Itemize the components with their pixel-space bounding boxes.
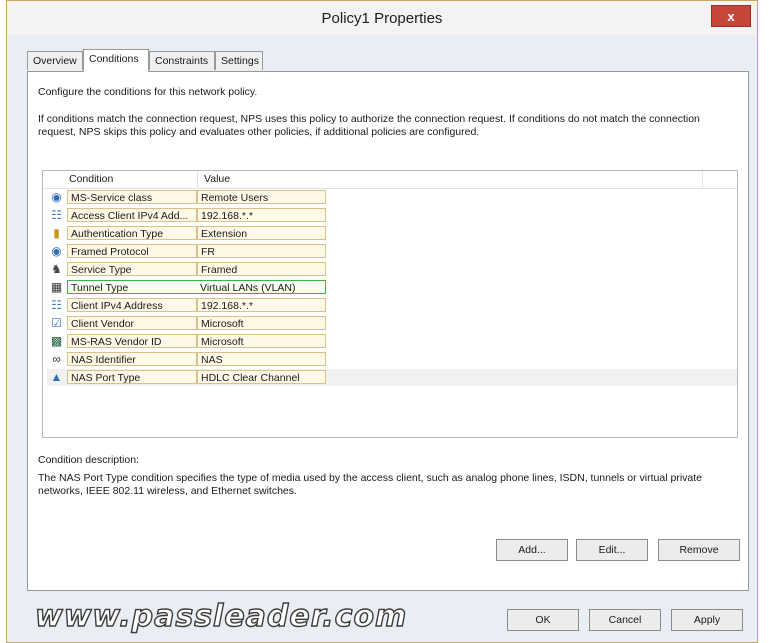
value-cell: Microsoft bbox=[197, 316, 326, 330]
checkbox-icon: ☑ bbox=[51, 316, 62, 330]
condition-description-text: The NAS Port Type condition specifies th… bbox=[38, 472, 703, 497]
apply-button[interactable]: Apply bbox=[671, 609, 743, 631]
network-policy-icon: ◉ bbox=[51, 244, 62, 258]
condition-cell: MS-Service class bbox=[67, 190, 197, 204]
list-item[interactable]: ▩ MS-RAS Vendor ID Microsoft bbox=[47, 333, 737, 350]
close-button[interactable]: x bbox=[711, 5, 751, 27]
value-cell: FR bbox=[197, 244, 326, 258]
condition-cell: Service Type bbox=[67, 262, 197, 276]
intro-text: Configure the conditions for this networ… bbox=[38, 86, 258, 98]
list-item[interactable]: ☷ Access Client IPv4 Add... 192.168.*.* bbox=[47, 207, 737, 224]
client-ipv4-icon: ☷ bbox=[51, 208, 62, 222]
list-item[interactable]: ▲ NAS Port Type HDLC Clear Channel bbox=[47, 369, 737, 386]
conditions-panel: Configure the conditions for this networ… bbox=[27, 71, 749, 591]
tunnel-type-icon: ▦ bbox=[50, 280, 63, 294]
policy-properties-window: Policy1 Properties x Overview Conditions… bbox=[6, 0, 758, 643]
list-item-selected[interactable]: ▦ Tunnel Type Virtual LANs (VLAN) bbox=[47, 279, 737, 296]
value-cell: 192.168.*.* bbox=[197, 208, 326, 222]
tab-settings[interactable]: Settings bbox=[215, 51, 263, 70]
value-cell: Microsoft bbox=[197, 334, 326, 348]
value-cell: HDLC Clear Channel bbox=[197, 370, 326, 384]
condition-description-label: Condition description: bbox=[38, 454, 139, 466]
network-policy-icon: ◉ bbox=[51, 190, 62, 204]
value-cell: Virtual LANs (VLAN) bbox=[197, 280, 326, 294]
tab-overview[interactable]: Overview bbox=[27, 51, 83, 70]
condition-cell: Framed Protocol bbox=[67, 244, 197, 258]
nas-port-icon: ▲ bbox=[50, 370, 63, 384]
add-button[interactable]: Add... bbox=[496, 539, 568, 561]
client-ipv4-icon: ☷ bbox=[51, 298, 62, 312]
value-cell: 192.168.*.* bbox=[197, 298, 326, 312]
window-title: Policy1 Properties bbox=[321, 10, 443, 27]
ok-button[interactable]: OK bbox=[507, 609, 579, 631]
description-text: If conditions match the connection reque… bbox=[38, 113, 700, 138]
list-item[interactable]: ♞ Service Type Framed bbox=[47, 261, 737, 278]
tab-constraints[interactable]: Constraints bbox=[149, 51, 215, 70]
condition-cell: Authentication Type bbox=[67, 226, 197, 240]
cancel-button[interactable]: Cancel bbox=[589, 609, 661, 631]
value-cell: NAS bbox=[197, 352, 326, 366]
conditions-list[interactable]: Condition Value ◉ MS-Service class Remot… bbox=[42, 170, 738, 438]
column-value[interactable]: Value bbox=[198, 171, 703, 188]
value-cell: Framed bbox=[197, 262, 326, 276]
list-item[interactable]: ☑ Client Vendor Microsoft bbox=[47, 315, 737, 332]
list-item[interactable]: ☷ Client IPv4 Address 192.168.*.* bbox=[47, 297, 737, 314]
value-cell: Remote Users bbox=[197, 190, 326, 204]
value-cell: Extension bbox=[197, 226, 326, 240]
lock-icon: ▮ bbox=[53, 226, 60, 240]
list-item[interactable]: ◉ MS-Service class Remote Users bbox=[47, 189, 737, 206]
condition-cell: Access Client IPv4 Add... bbox=[67, 208, 197, 222]
title-bar[interactable]: Policy1 Properties x bbox=[7, 1, 757, 35]
edit-button[interactable]: Edit... bbox=[576, 539, 648, 561]
watermark-text: www.passleader.com bbox=[34, 598, 408, 634]
tab-conditions[interactable]: Conditions bbox=[83, 49, 149, 72]
list-header: Condition Value bbox=[43, 171, 737, 189]
condition-cell: Tunnel Type bbox=[67, 280, 197, 294]
condition-cell: NAS Port Type bbox=[67, 370, 197, 384]
list-item[interactable]: ▮ Authentication Type Extension bbox=[47, 225, 737, 242]
list-item[interactable]: ◉ Framed Protocol FR bbox=[47, 243, 737, 260]
column-condition[interactable]: Condition bbox=[63, 171, 198, 188]
condition-cell: Client IPv4 Address bbox=[67, 298, 197, 312]
condition-cell: MS-RAS Vendor ID bbox=[67, 334, 197, 348]
condition-cell: Client Vendor bbox=[67, 316, 197, 330]
remove-button[interactable]: Remove bbox=[658, 539, 740, 561]
list-item[interactable]: ∞ NAS Identifier NAS bbox=[47, 351, 737, 368]
service-type-icon: ♞ bbox=[51, 262, 62, 276]
server-icon: ▩ bbox=[50, 334, 63, 348]
nas-identifier-icon: ∞ bbox=[52, 352, 61, 366]
condition-cell: NAS Identifier bbox=[67, 352, 197, 366]
